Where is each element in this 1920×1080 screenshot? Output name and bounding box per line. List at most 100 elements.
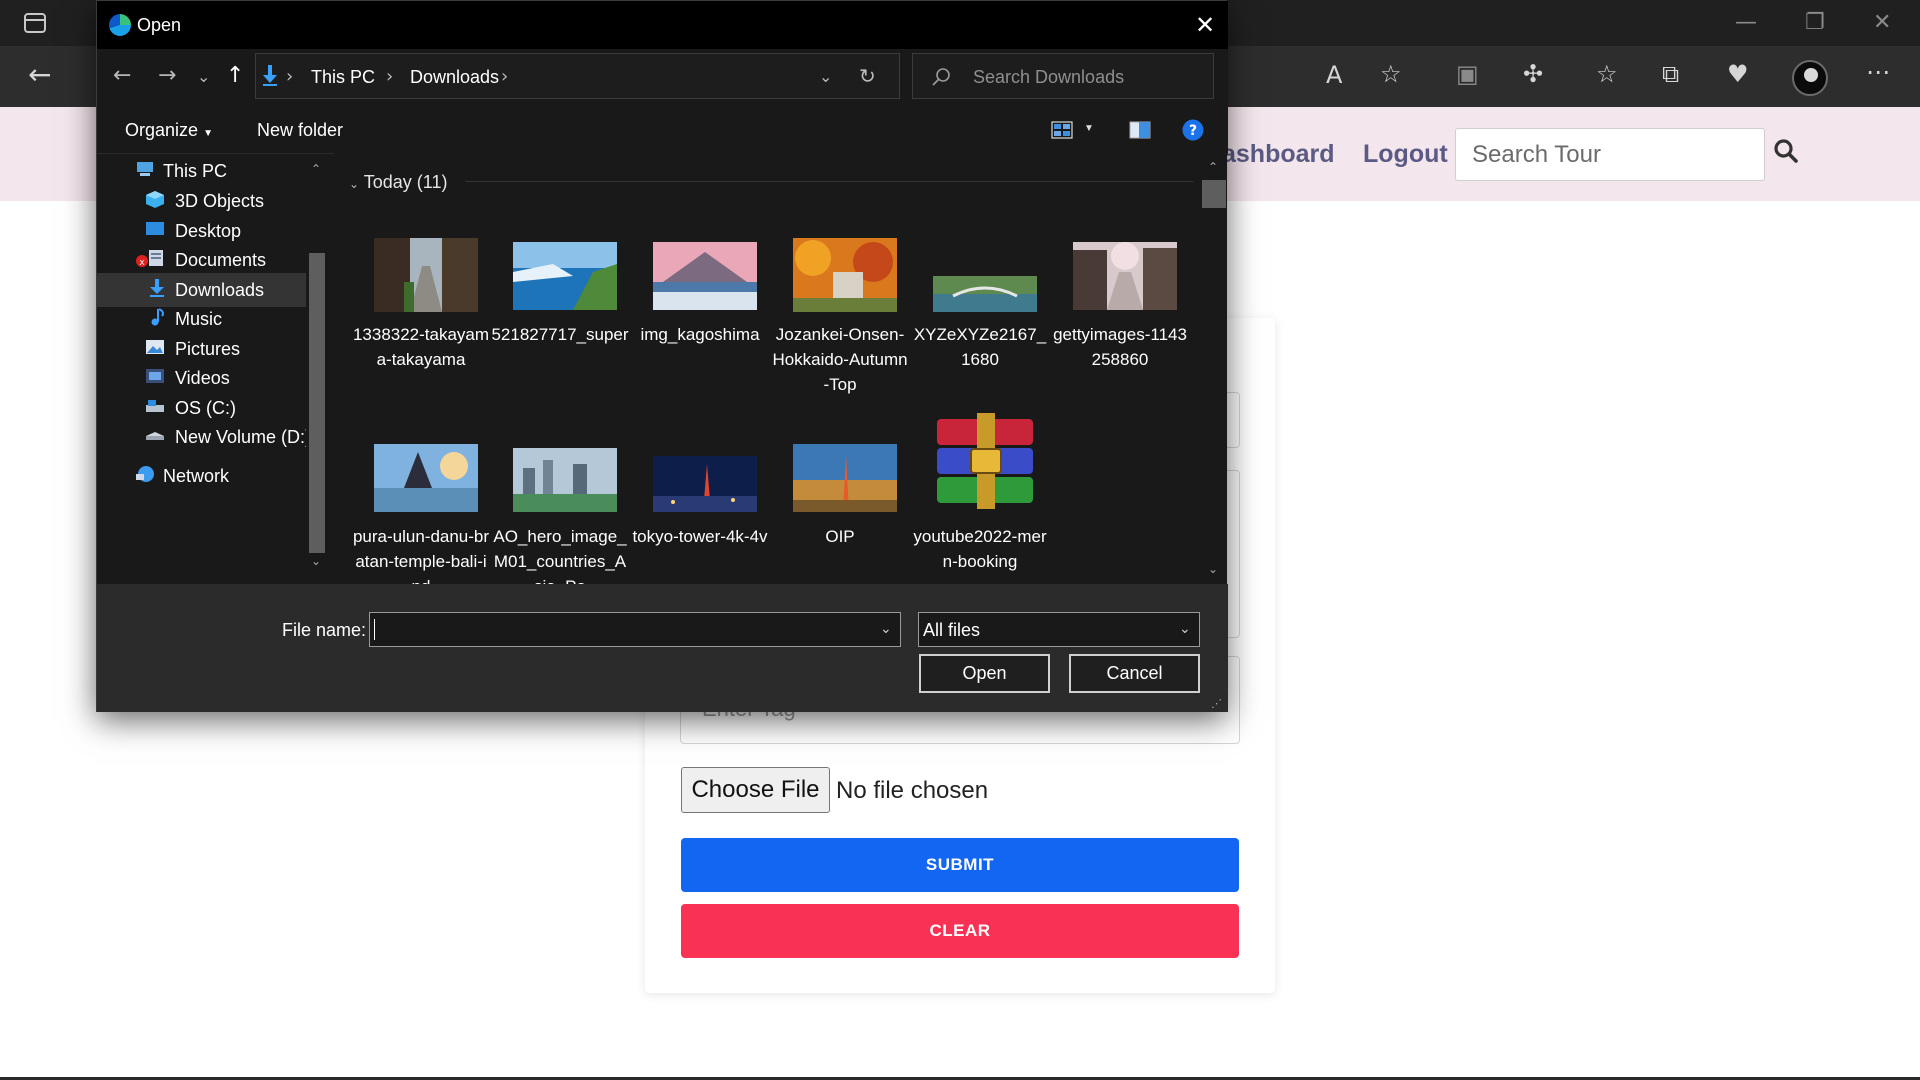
image-thumbnail [513, 242, 617, 310]
search-downloads-input[interactable]: Search Downloads [912, 53, 1214, 99]
group-header-label: Today (11) [363, 172, 448, 192]
file-name-input[interactable]: ⌄ [369, 612, 901, 647]
chevron-down-icon: ⌄ [349, 177, 360, 191]
scroll-up-icon[interactable]: ⌃ [311, 162, 321, 176]
drive-icon [146, 432, 164, 440]
close-window-icon[interactable]: ✕ [1873, 10, 1891, 35]
navigation-pane-scroll-thumb[interactable] [309, 253, 325, 553]
tree-item-network[interactable]: Network [97, 459, 306, 493]
submit-button[interactable]: SUBMIT [681, 838, 1239, 892]
image-thumbnail [374, 238, 478, 312]
recent-locations-icon[interactable]: ⌄ [197, 67, 210, 86]
view-options-chevron-icon[interactable]: ▼ [1084, 123, 1094, 134]
help-icon[interactable]: ? [1182, 119, 1204, 141]
scroll-down-icon[interactable]: ⌄ [311, 554, 321, 568]
search-icon[interactable] [1773, 138, 1799, 164]
nav-logout-link[interactable]: Logout [1363, 140, 1448, 169]
file-name: OIP [825, 527, 855, 546]
change-view-icon[interactable] [1051, 121, 1073, 139]
breadcrumb-separator-icon: › [286, 66, 294, 87]
chevron-down-icon: ⌄ [1179, 621, 1191, 637]
download-icon [150, 279, 164, 297]
breadcrumb-separator-icon: › [501, 66, 509, 87]
nav-back-icon[interactable]: ← [113, 63, 131, 88]
file-name: img_kagoshima [640, 325, 760, 344]
tree-label: 3D Objects [175, 191, 265, 211]
file-type-select[interactable]: All files ⌄ [918, 612, 1200, 647]
tree-item-3d-objects[interactable]: 3D Objects [97, 184, 306, 218]
restore-icon[interactable]: ❐ [1805, 10, 1825, 35]
clear-button[interactable]: CLEAR [681, 904, 1239, 958]
resize-grip-icon[interactable]: ⋰ [1211, 697, 1222, 710]
open-button[interactable]: Open [919, 654, 1050, 693]
tree-item-music[interactable]: Music [97, 302, 306, 336]
extensions-icon[interactable]: ✣ [1523, 62, 1543, 86]
file-name: Jozankei-Onsen-Hokkaido-Autumn-Top [772, 325, 908, 394]
more-icon[interactable]: ⋯ [1866, 60, 1890, 84]
organize-button[interactable]: Organize ▼ [125, 120, 213, 141]
new-folder-button[interactable]: New folder [257, 120, 343, 141]
choose-file-button[interactable]: Choose File [681, 767, 830, 813]
search-icon [932, 68, 950, 86]
files-scroll-down-icon[interactable]: ⌄ [1208, 562, 1218, 576]
add-favorite-icon[interactable]: ☆ [1380, 62, 1402, 86]
collections-icon[interactable]: ⧉ [1662, 62, 1679, 86]
tree-item-videos[interactable]: Videos [97, 361, 306, 395]
tree-item-this-pc[interactable]: This PC [97, 154, 306, 188]
image-thumbnail [513, 448, 617, 512]
dialog-footer [97, 584, 1228, 712]
file-name: XYZeXYZe2167_1680 [913, 325, 1047, 369]
drive-icon [146, 400, 164, 412]
app-icon[interactable]: ▣ [1456, 62, 1479, 86]
files-scroll-thumb[interactable] [1202, 180, 1226, 208]
address-bar[interactable]: › This PC › Downloads › ⌄ ↻ [255, 53, 900, 99]
dialog-navigation-bar: ← → ⌄ ↑ › This PC › Downloads › ⌄ ↻ Sear… [97, 49, 1228, 106]
read-aloud-icon[interactable]: A [1326, 63, 1342, 87]
archive-icon [937, 413, 1033, 509]
tree-label: This PC [163, 161, 228, 181]
tree-label: Videos [175, 368, 230, 388]
favorites-icon[interactable]: ☆ [1596, 62, 1618, 86]
file-name: tokyo-tower-4k-4v [632, 527, 768, 546]
nav-dashboard-link[interactable]: ashboard [1222, 140, 1335, 169]
tree-label: New Volume (D:) [175, 427, 312, 447]
search-placeholder: Search Downloads [973, 67, 1125, 87]
tree-label: Desktop [175, 221, 242, 241]
file-name-label: File name: [282, 620, 367, 640]
dialog-title: Open [137, 15, 182, 35]
breadcrumb-downloads[interactable]: Downloads [410, 67, 499, 88]
organize-label: Organize [125, 120, 199, 140]
help-glyph: ? [1189, 123, 1197, 139]
search-tour-input[interactable] [1455, 128, 1765, 181]
tree-item-new-volume-d[interactable]: New Volume (D:) [97, 420, 311, 454]
profile-avatar[interactable] [1792, 60, 1828, 96]
file-type-value: All files [923, 620, 981, 640]
preview-pane-icon[interactable] [1129, 121, 1151, 139]
back-icon[interactable]: ← [28, 61, 51, 89]
breadcrumb-separator-icon: › [386, 66, 394, 87]
music-icon [151, 308, 164, 326]
cancel-button[interactable]: Cancel [1069, 654, 1200, 693]
image-thumbnail [1073, 242, 1177, 310]
pictures-icon [146, 340, 164, 354]
image-thumbnail [653, 456, 757, 512]
tree-label: Pictures [175, 339, 241, 359]
videos-icon [146, 369, 164, 383]
refresh-icon[interactable]: ↻ [859, 64, 876, 88]
files-scroll-up-icon[interactable]: ⌃ [1208, 160, 1218, 174]
breadcrumb-this-pc[interactable]: This PC [311, 67, 375, 88]
dialog-close-icon[interactable]: ✕ [1191, 11, 1219, 39]
minimize-icon[interactable]: — [1735, 10, 1757, 35]
navigation-pane: This PC 3D Objects Desktop x Documents D… [97, 154, 329, 585]
pc-icon [137, 162, 153, 176]
nav-forward-icon[interactable]: → [158, 63, 176, 88]
browser-essentials-icon[interactable]: ♥ [1727, 62, 1749, 86]
file-name-dropdown-icon[interactable]: ⌄ [880, 621, 892, 637]
tab-actions-icon[interactable] [24, 13, 46, 33]
tree-item-documents[interactable]: x Documents [97, 243, 306, 277]
address-dropdown-icon[interactable]: ⌄ [819, 67, 832, 86]
group-header[interactable]: ⌄ Today (11) [349, 172, 447, 193]
nav-up-icon[interactable]: ↑ [226, 63, 244, 88]
tree-label: OS (C:) [175, 398, 236, 418]
image-thumbnail [793, 444, 897, 512]
